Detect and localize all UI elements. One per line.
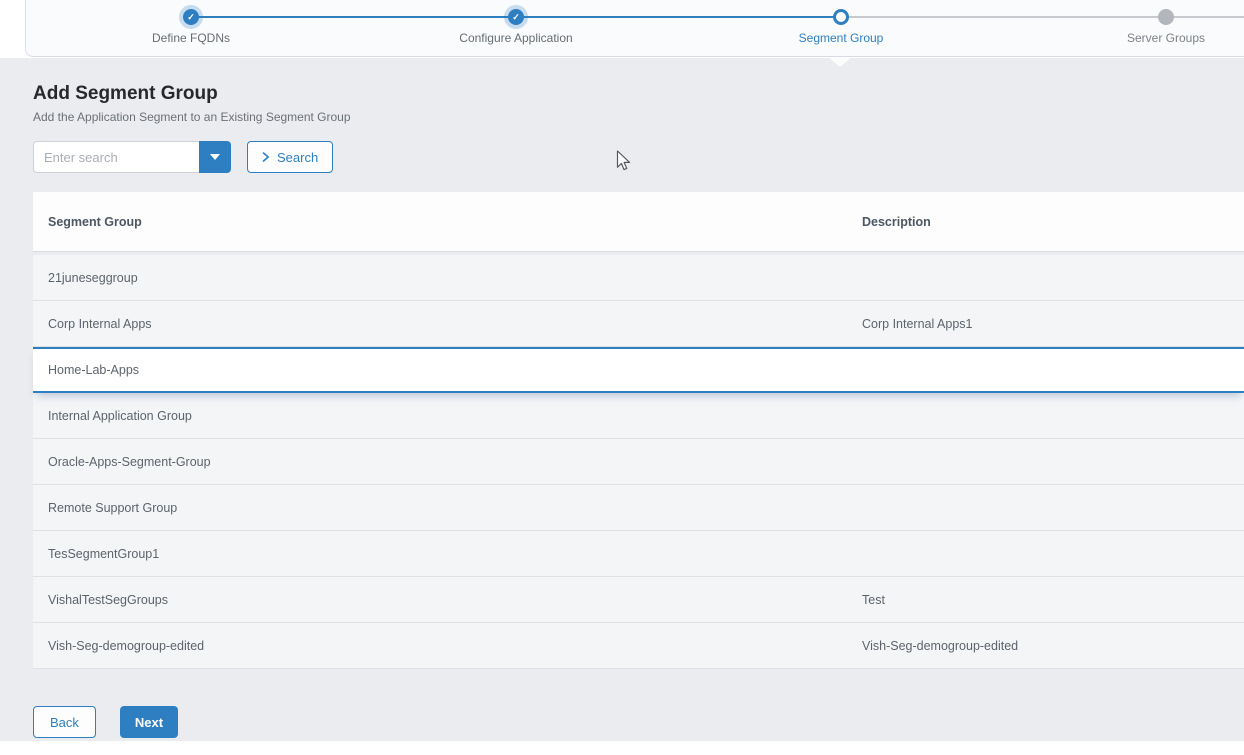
step-label: Define FQDNs [91,31,291,45]
step-circle[interactable]: ✓ [833,9,849,25]
search-dropdown-button[interactable] [199,141,231,173]
table-row[interactable]: Vish-Seg-demogroup-edited Vish-Seg-demog… [33,623,1244,669]
segment-group-cell: Internal Application Group [33,409,862,423]
column-header-description: Description [862,215,1244,229]
segment-group-cell: 21juneseggroup [33,271,862,285]
wizard-footer: Back Next [33,706,178,738]
step-circle[interactable]: ✓ [508,9,524,25]
table-row[interactable]: Remote Support Group [33,485,1244,531]
step-label: Configure Application [416,31,616,45]
mouse-cursor [616,150,632,172]
column-header-segment-group: Segment Group [33,215,862,229]
description-cell: Test [862,593,1244,607]
search-button-label: Search [277,150,318,165]
active-step-caret [828,57,852,67]
table-row[interactable]: 21juneseggroup [33,255,1244,301]
table-row[interactable]: Internal Application Group [33,393,1244,439]
bottom-strip [0,741,1244,755]
page-title: Add Segment Group [33,83,218,105]
segment-group-cell: Remote Support Group [33,501,862,515]
step-label: Segment Group [741,31,941,45]
table-row[interactable]: Corp Internal Apps Corp Internal Apps1 [33,301,1244,347]
stepper-panel: ✓ Define FQDNs ✓ Configure Application ✓… [25,0,1244,57]
step-label: Server Groups [1066,31,1244,45]
description-cell: Vish-Seg-demogroup-edited [862,639,1244,653]
table-row[interactable]: TesSegmentGroup1 [33,531,1244,577]
segment-group-cell: VishalTestSegGroups [33,593,862,607]
segment-group-cell: Vish-Seg-demogroup-edited [33,639,862,653]
description-cell: Corp Internal Apps1 [862,317,1244,331]
segment-group-cell: Home-Lab-Apps [33,363,862,377]
check-icon: ✓ [187,12,195,23]
segment-group-table: Segment Group Description 21juneseggroup… [33,192,1244,669]
segment-group-cell: TesSegmentGroup1 [33,547,862,561]
table-row[interactable]: Home-Lab-Apps [33,347,1244,393]
segment-group-cell: Oracle-Apps-Segment-Group [33,455,862,469]
search-input[interactable] [33,141,199,173]
wizard-stepper: ✓ Define FQDNs ✓ Configure Application ✓… [0,0,1244,58]
search-button[interactable]: Search [247,141,333,173]
chevron-right-icon [262,152,270,162]
page-subtitle: Add the Application Segment to an Existi… [33,110,351,124]
search-row: Search [33,141,333,173]
check-icon: ✓ [512,12,520,23]
step-circle[interactable]: ✓ [1158,9,1174,25]
next-button[interactable]: Next [120,706,178,738]
caret-down-icon [210,154,220,160]
step-circle[interactable]: ✓ [183,9,199,25]
table-row[interactable]: Oracle-Apps-Segment-Group [33,439,1244,485]
table-header: Segment Group Description [33,192,1244,252]
stepper-remaining-line [841,16,1244,18]
back-button[interactable]: Back [33,706,96,738]
table-row[interactable]: VishalTestSegGroups Test [33,577,1244,623]
segment-group-cell: Corp Internal Apps [33,317,862,331]
